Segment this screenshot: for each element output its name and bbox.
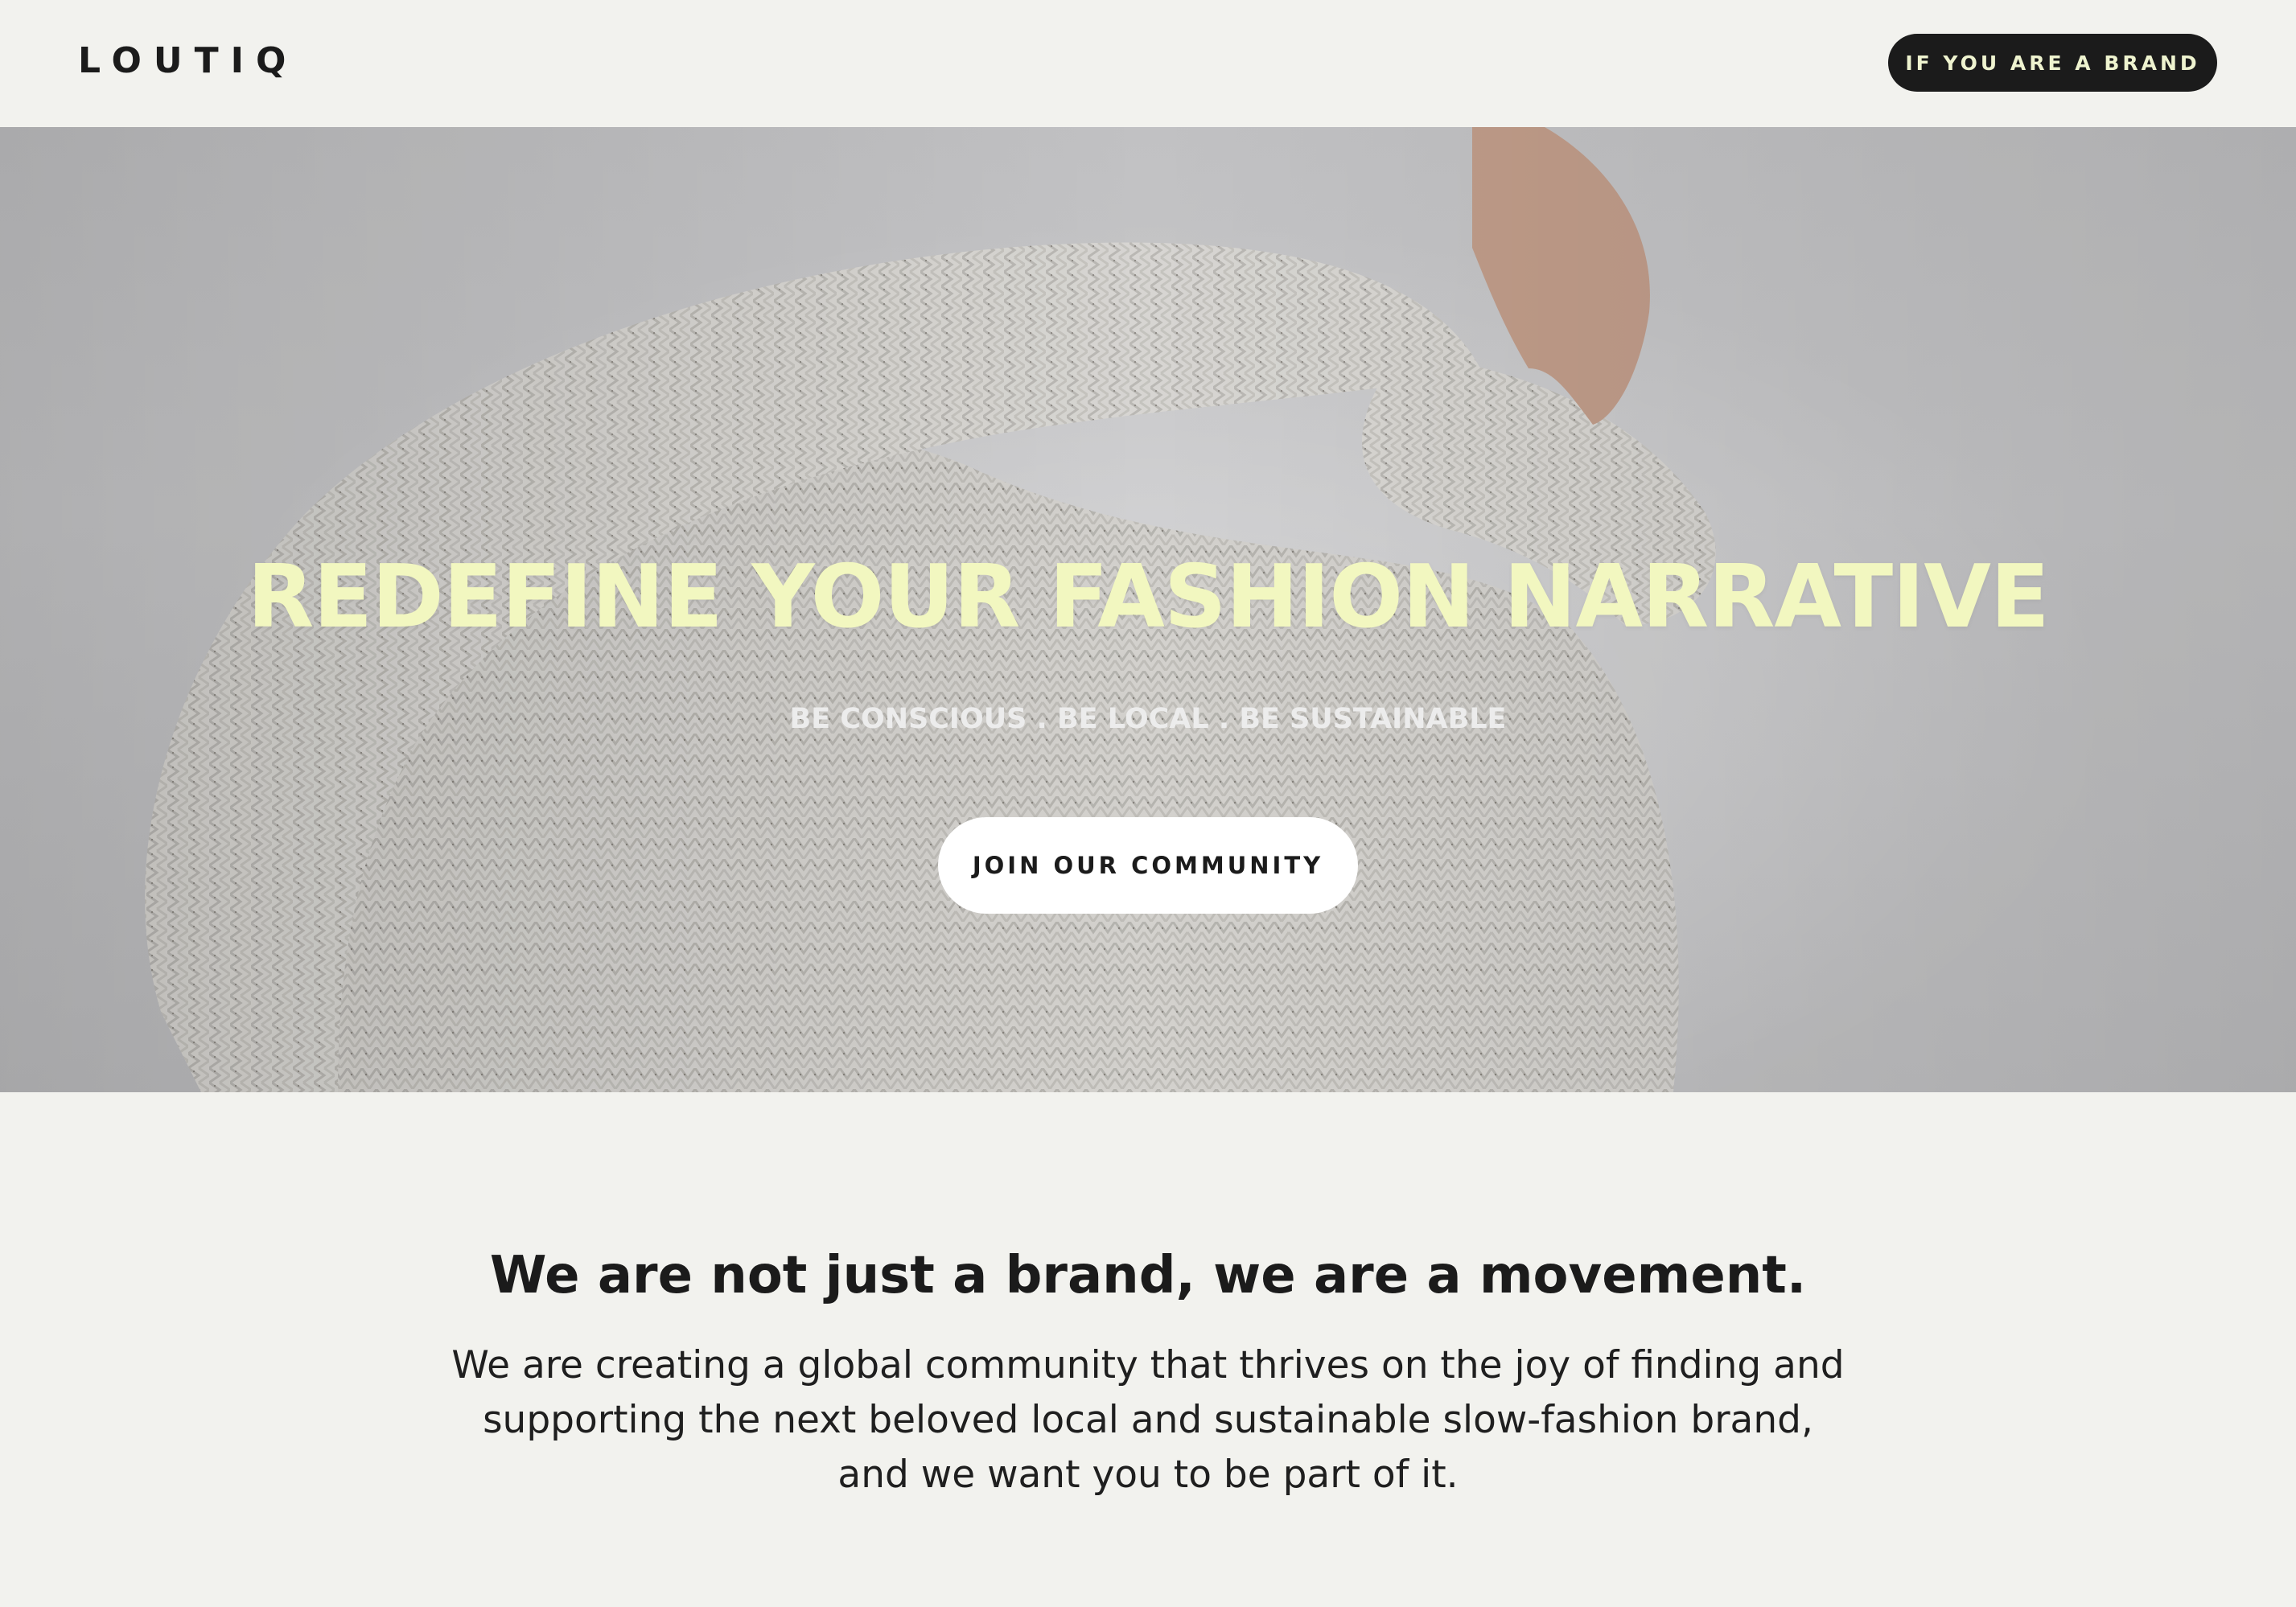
movement-body-line: and we want you to be part of it.: [837, 1453, 1459, 1497]
brand-signup-button[interactable]: IF YOU ARE A BRAND: [1888, 34, 2217, 92]
hero-title: REDEFINE YOUR FASHION NARRATIVE: [247, 547, 2050, 647]
landing-page: LOUTIQ IF YOU ARE A BRAND REDEFINE YOUR …: [0, 0, 2296, 1607]
movement-body: We are creating a global community that …: [384, 1338, 1912, 1502]
movement-body-line: We are creating a global community that …: [451, 1343, 1845, 1387]
join-community-button[interactable]: JOIN OUR COMMUNITY: [938, 817, 1358, 914]
site-header: LOUTIQ IF YOU ARE A BRAND: [0, 0, 2296, 127]
hero-subtitle: BE CONSCIOUS . BE LOCAL . BE SUSTAINABLE: [789, 703, 1507, 735]
movement-body-line: supporting the next beloved local and su…: [483, 1398, 1813, 1442]
hero-section: REDEFINE YOUR FASHION NARRATIVE BE CONSC…: [0, 127, 2296, 1092]
logo[interactable]: LOUTIQ: [78, 37, 298, 85]
movement-heading: We are not just a brand, we are a moveme…: [489, 1246, 1807, 1305]
